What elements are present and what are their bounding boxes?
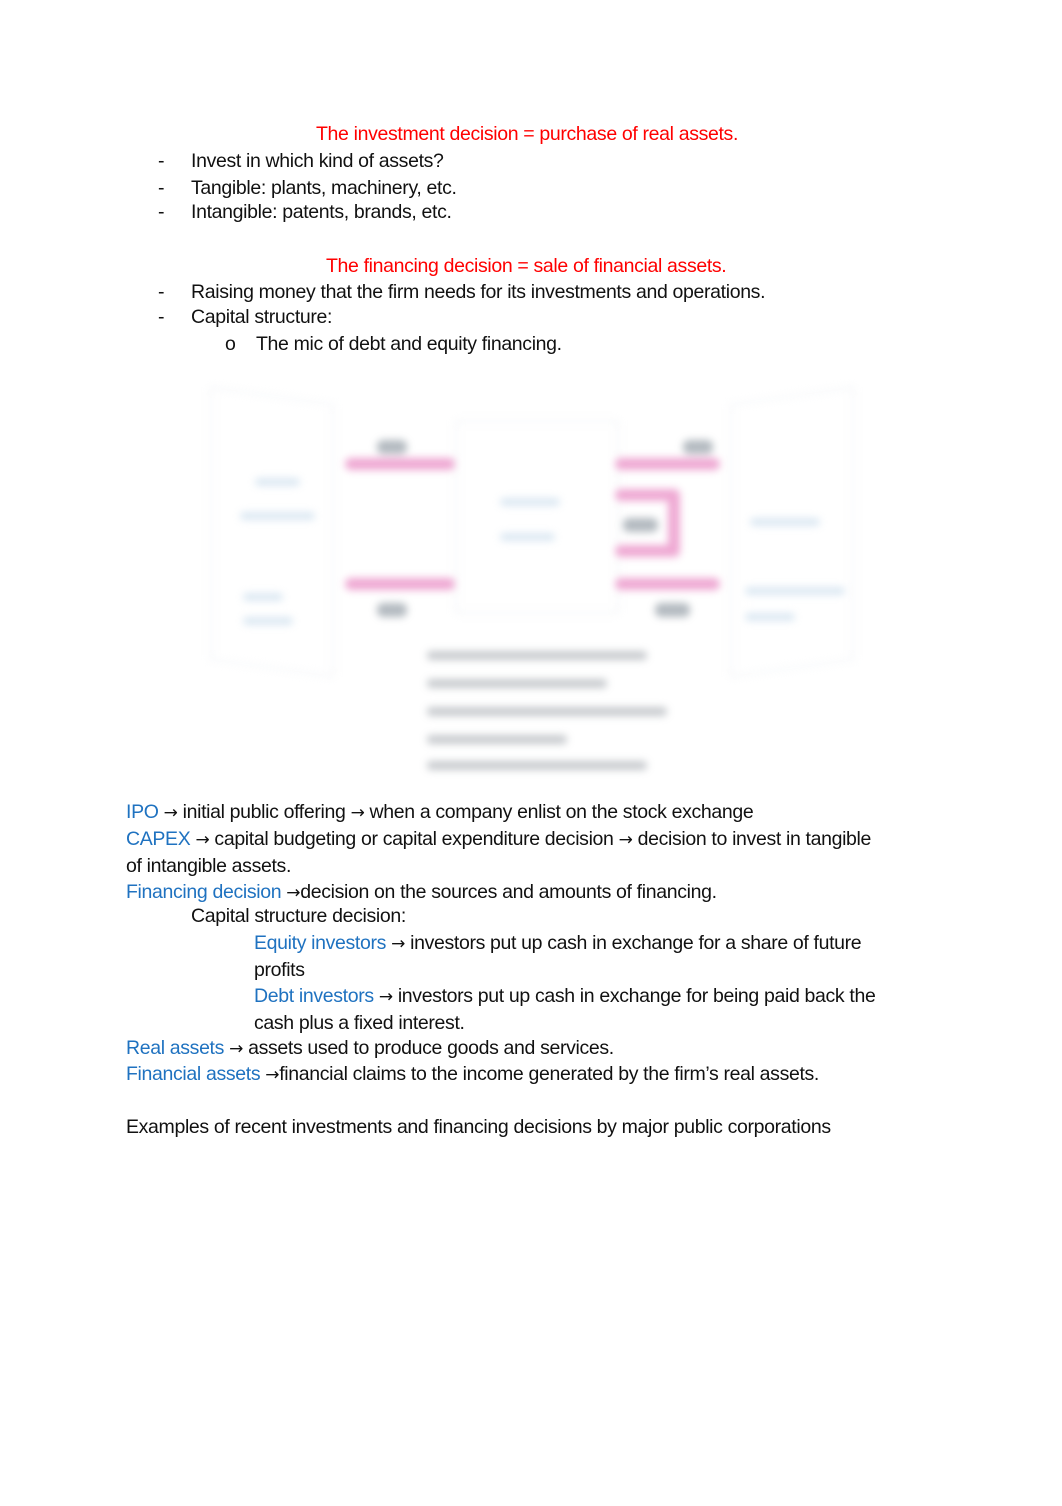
arrow-icon: → (286, 883, 301, 903)
definition-ipo: IPO → initial public offering → when a c… (126, 800, 754, 825)
arrow-icon: → (265, 1065, 280, 1085)
bullet-text: Intangible: patents, brands, etc. (191, 201, 452, 223)
bullet-dash: - (158, 150, 165, 172)
definition-text: capital budgeting or capital expenditure… (214, 828, 614, 850)
arrow-icon: → (229, 1039, 244, 1059)
diagram-label (500, 498, 560, 506)
diagram-legend-item (427, 735, 567, 744)
definition-equity-continuation: profits (254, 959, 305, 981)
arrow-icon: → (350, 803, 365, 823)
arrow-icon: → (378, 987, 393, 1007)
diagram-flow-bar (345, 578, 455, 590)
diagram-label (500, 533, 555, 541)
investment-heading: The investment decision = purchase of re… (316, 123, 739, 145)
bullet-dash: - (158, 201, 165, 223)
diagram-marker (655, 603, 690, 617)
definition-financial-assets: Financial assets →financial claims to th… (126, 1062, 819, 1087)
diagram-legend-item (427, 707, 667, 716)
definition-financing-decision: Financing decision →decision on the sour… (126, 880, 717, 905)
flow-of-cash-diagram (205, 385, 865, 780)
diagram-legend-item (427, 651, 647, 660)
definition-text: decision to invest in tangible (637, 828, 872, 850)
diagram-marker (623, 518, 658, 532)
diagram-label (243, 617, 293, 625)
arrow-icon: → (391, 934, 406, 954)
diagram-marker (377, 440, 407, 454)
diagram-legend-item (427, 761, 647, 770)
arrow-icon: → (618, 830, 633, 850)
sub-bullet-text: The mic of debt and equity financing. (256, 333, 562, 355)
diagram-label (750, 518, 820, 526)
diagram-flow-bar (668, 489, 680, 557)
diagram-flow-bar (615, 458, 720, 470)
bullet-dash: - (158, 281, 165, 303)
diagram-label (243, 593, 283, 601)
definition-capex: CAPEX → capital budgeting or capital exp… (126, 827, 871, 852)
capital-structure-label: Capital structure decision: (191, 905, 406, 927)
diagram-panel-left (210, 386, 334, 678)
definition-text: investors put up cash in exchange for a … (410, 932, 862, 954)
term-financial-assets: Financial assets (126, 1063, 261, 1085)
definition-text: financial claims to the income generated… (279, 1063, 819, 1085)
term-debt-investors: Debt investors (254, 985, 374, 1007)
bullet-dash: - (158, 306, 165, 328)
diagram-label (745, 587, 845, 595)
definition-capex-continuation: of intangible assets. (126, 855, 292, 877)
bullet-text: Tangible: plants, machinery, etc. (191, 177, 457, 199)
bullet-dash: - (158, 177, 165, 199)
definition-equity-investors: Equity investors → investors put up cash… (254, 931, 862, 956)
diagram-flow-bar (345, 458, 455, 470)
bullet-text: Raising money that the firm needs for it… (191, 281, 766, 303)
definition-debt-investors: Debt investors → investors put up cash i… (254, 984, 876, 1009)
bullet-text: Capital structure: (191, 306, 333, 328)
definition-real-assets: Real assets → assets used to produce goo… (126, 1036, 614, 1061)
sub-bullet-marker: o (225, 333, 236, 355)
term-ipo: IPO (126, 801, 159, 823)
document-page: The investment decision = purchase of re… (0, 0, 1062, 1506)
definition-text: assets used to produce goods and service… (248, 1037, 614, 1059)
definition-text: decision on the sources and amounts of f… (300, 881, 717, 903)
diagram-label (255, 478, 300, 486)
diagram-legend-item (427, 679, 607, 688)
diagram-panel-right (730, 386, 854, 678)
diagram-label (240, 512, 315, 520)
bullet-text: Invest in which kind of assets? (191, 150, 444, 172)
term-capex: CAPEX (126, 828, 191, 850)
arrow-icon: → (163, 803, 178, 823)
definition-debt-continuation: cash plus a fixed interest. (254, 1012, 465, 1034)
diagram-flow-bar (615, 578, 720, 590)
diagram-marker (683, 440, 713, 454)
term-financing-decision: Financing decision (126, 881, 282, 903)
diagram-panel-center (455, 420, 619, 614)
term-equity-investors: Equity investors (254, 932, 387, 954)
arrow-icon: → (195, 830, 210, 850)
financing-heading: The financing decision = sale of financi… (326, 255, 727, 277)
definition-text: initial public offering (182, 801, 346, 823)
diagram-marker (377, 603, 407, 617)
examples-line: Examples of recent investments and finan… (126, 1116, 831, 1138)
definition-text: when a company enlist on the stock excha… (369, 801, 754, 823)
diagram-label (745, 613, 795, 621)
term-real-assets: Real assets (126, 1037, 225, 1059)
definition-text: investors put up cash in exchange for be… (397, 985, 876, 1007)
